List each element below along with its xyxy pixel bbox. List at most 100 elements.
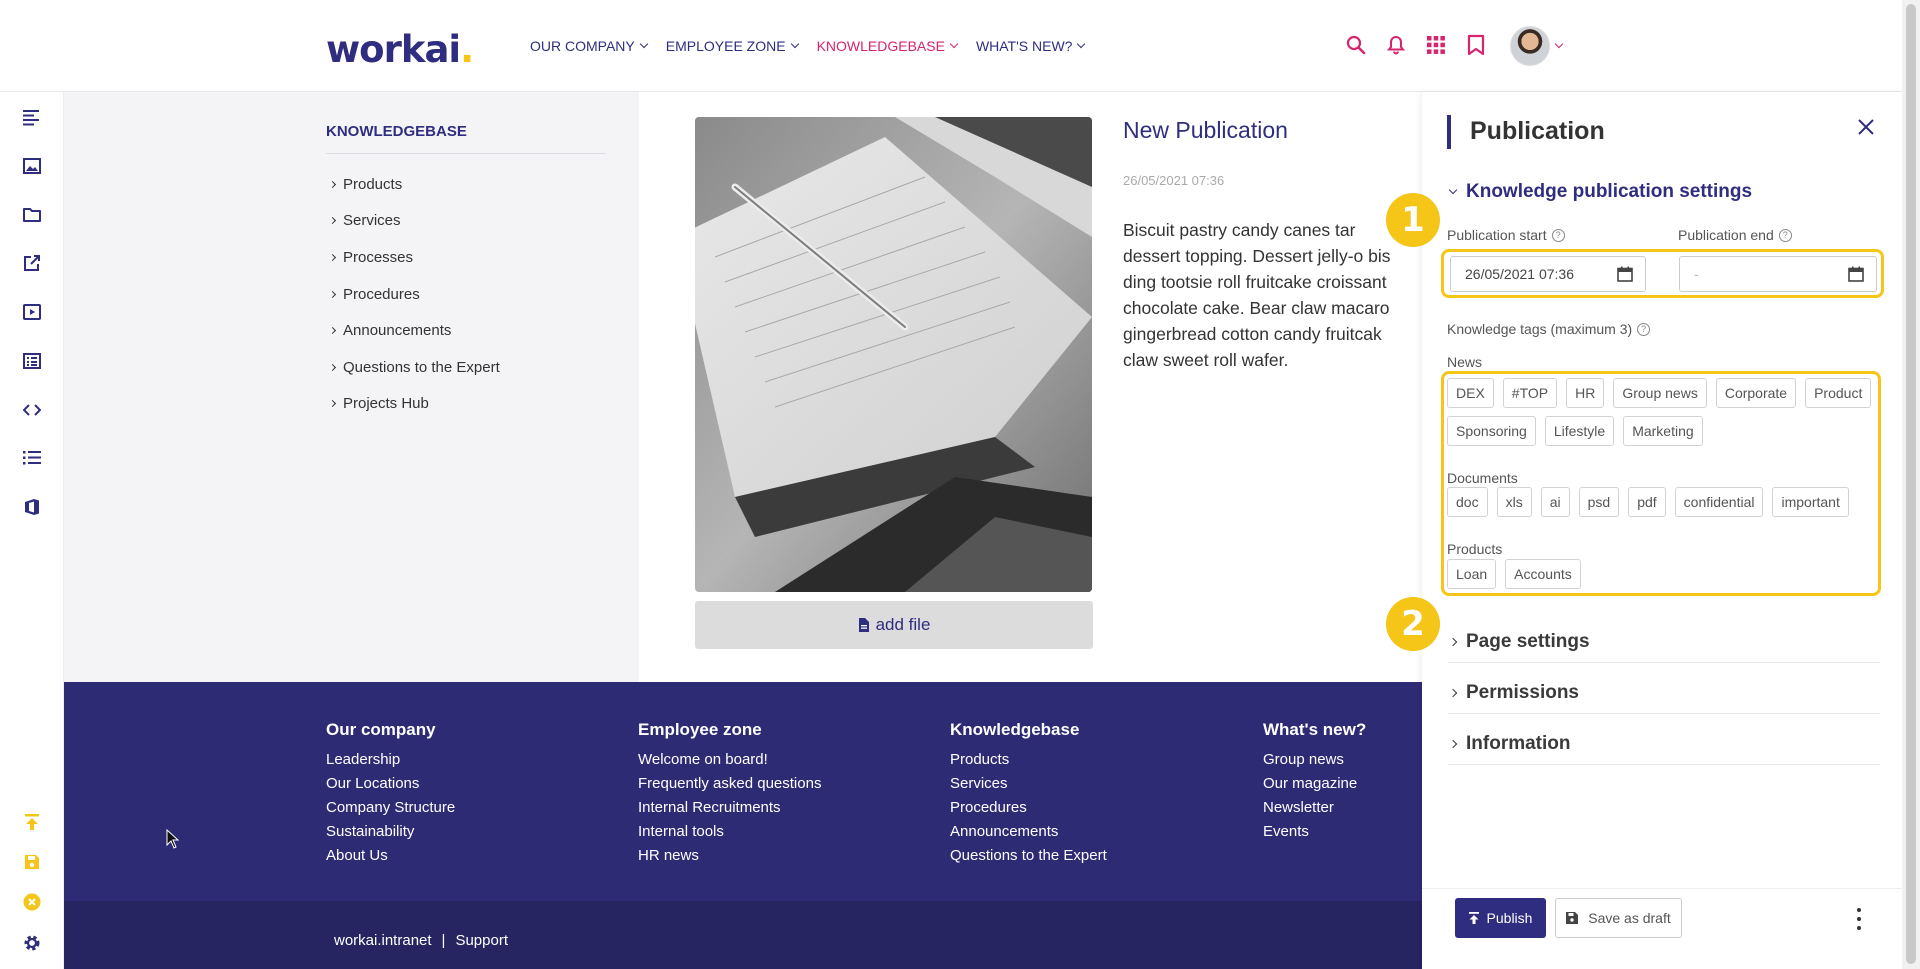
list-alt-icon[interactable]	[22, 351, 42, 371]
footer-link[interactable]: Questions to the Expert	[950, 844, 1107, 868]
footer-link[interactable]: Group news	[1263, 748, 1366, 772]
divider	[1448, 764, 1880, 765]
nav-knowledgebase[interactable]: KNOWLEDGEBASE	[817, 38, 959, 54]
add-file-button[interactable]: add file	[695, 601, 1093, 649]
external-link-icon[interactable]	[22, 253, 42, 273]
code-icon[interactable]	[22, 400, 42, 420]
footer-link[interactable]: Newsletter	[1263, 796, 1366, 820]
footer-link[interactable]: Announcements	[950, 820, 1107, 844]
calendar-icon[interactable]	[1848, 266, 1864, 282]
tag-chip[interactable]: Lifestyle	[1544, 416, 1615, 446]
footer-link[interactable]: Services	[950, 772, 1107, 796]
scrollbar-thumb[interactable]	[1906, 4, 1916, 964]
help-icon[interactable]: ?	[1637, 322, 1651, 336]
folder-icon[interactable]	[22, 205, 42, 225]
footer-link[interactable]: Internal tools	[638, 820, 821, 844]
footer-link[interactable]: Frequently asked questions	[638, 772, 821, 796]
image-icon[interactable]	[22, 156, 42, 176]
tag-chip[interactable]: ai	[1540, 487, 1570, 517]
bell-icon[interactable]	[1386, 35, 1406, 55]
tag-chip[interactable]: Group news	[1613, 378, 1707, 408]
footer-column-title[interactable]: Our company	[326, 720, 455, 740]
search-icon[interactable]	[1346, 35, 1366, 55]
footer-link[interactable]: Products	[950, 748, 1107, 772]
information-section-toggle[interactable]: Information	[1448, 733, 1571, 755]
footer-column-title[interactable]: What's new?	[1263, 720, 1366, 740]
permissions-section-toggle[interactable]: Permissions	[1448, 682, 1579, 704]
kb-sidebar-item-announcements[interactable]: Announcements	[328, 312, 500, 349]
bookmark-icon[interactable]	[1466, 34, 1486, 56]
page-settings-section-toggle[interactable]: Page settings	[1448, 631, 1590, 653]
tag-chip[interactable]: confidential	[1674, 487, 1764, 517]
publish-button[interactable]: Publish	[1455, 898, 1546, 938]
user-menu[interactable]	[1510, 26, 1564, 66]
publish-icon[interactable]	[22, 812, 42, 832]
tag-chip[interactable]: doc	[1447, 487, 1488, 517]
save-icon[interactable]	[22, 852, 42, 872]
knowledge-settings-section-toggle[interactable]: Knowledge publication settings	[1448, 181, 1752, 203]
footer-link[interactable]: Internal Recruitments	[638, 796, 821, 820]
footer-link[interactable]: About Us	[326, 844, 455, 868]
footer-column-title[interactable]: Knowledgebase	[950, 720, 1107, 740]
tag-chip[interactable]: Corporate	[1715, 378, 1797, 408]
step-badge-1: 1	[1386, 193, 1440, 247]
kb-sidebar-title[interactable]: KNOWLEDGEBASE	[326, 123, 467, 140]
footer-link[interactable]: Our magazine	[1263, 772, 1366, 796]
footer-link-support[interactable]: Support	[455, 932, 508, 949]
publication-image[interactable]	[695, 117, 1092, 592]
footer-column: Our company Leadership Our Locations Compan…	[326, 720, 455, 868]
kb-sidebar-item-procedures[interactable]: Procedures	[328, 276, 500, 313]
help-icon[interactable]: ?	[1778, 228, 1792, 242]
save-as-draft-button[interactable]: Save as draft	[1555, 898, 1682, 938]
kb-sidebar-item-services[interactable]: Services	[328, 203, 500, 240]
tag-chip[interactable]: pdf	[1628, 487, 1666, 517]
tag-chip[interactable]: Sponsoring	[1447, 416, 1536, 446]
play-icon[interactable]	[22, 302, 42, 322]
align-left-icon[interactable]	[22, 108, 42, 128]
nav-our-company[interactable]: OUR COMPANY	[530, 38, 648, 54]
workai-logo[interactable]: workai.	[326, 28, 474, 71]
kb-sidebar-item-projects-hub[interactable]: Projects Hub	[328, 386, 500, 423]
tag-chip[interactable]: DEX	[1447, 378, 1494, 408]
tag-chip[interactable]: Accounts	[1505, 559, 1581, 589]
publication-start-input[interactable]: 26/05/2021 07:36	[1450, 256, 1646, 292]
tag-chip[interactable]: psd	[1578, 487, 1620, 517]
kb-sidebar-item-products[interactable]: Products	[328, 166, 500, 203]
nav-what-s-new[interactable]: WHAT'S NEW?	[976, 38, 1086, 54]
tag-chip[interactable]: xls	[1496, 487, 1532, 517]
close-icon[interactable]	[1857, 118, 1875, 136]
footer-link[interactable]: Events	[1263, 820, 1366, 844]
tag-chip[interactable]: Product	[1805, 378, 1872, 408]
tag-chip[interactable]: Loan	[1447, 559, 1497, 589]
tag-chip[interactable]: #TOP	[1502, 378, 1558, 408]
footer-link[interactable]: Leadership	[326, 748, 455, 772]
tag-chip[interactable]: HR	[1566, 378, 1605, 408]
help-icon[interactable]: ?	[1551, 228, 1565, 242]
footer-link[interactable]: Procedures	[950, 796, 1107, 820]
footer-link-intranet[interactable]: workai.intranet	[334, 932, 432, 949]
kb-sidebar-item-questions-to-the-expert[interactable]: Questions to the Expert	[328, 349, 500, 386]
footer-separator: |	[441, 932, 446, 949]
publication-end-input[interactable]: -	[1679, 256, 1877, 292]
footer-link[interactable]: Welcome on board!	[638, 748, 821, 772]
list-icon[interactable]	[22, 448, 42, 468]
calendar-icon[interactable]	[1617, 266, 1633, 282]
tag-chip[interactable]: important	[1772, 487, 1849, 517]
kb-sidebar-item-label: Announcements	[343, 322, 452, 340]
more-options-icon[interactable]	[1855, 908, 1863, 930]
footer-link[interactable]: Company Structure	[326, 796, 455, 820]
settings-icon[interactable]	[22, 933, 42, 953]
publication-title[interactable]: New Publication	[1123, 117, 1288, 144]
office-icon[interactable]	[22, 497, 42, 517]
footer-link[interactable]: Sustainability	[326, 820, 455, 844]
footer-link[interactable]: HR news	[638, 844, 821, 868]
tag-chip[interactable]: Marketing	[1623, 416, 1703, 446]
save-icon	[1566, 912, 1579, 924]
publication-body[interactable]: Biscuit pastry candy canes tar dessert to…	[1123, 217, 1423, 373]
kb-sidebar-item-processes[interactable]: Processes	[328, 239, 500, 276]
footer-link[interactable]: Our Locations	[326, 772, 455, 796]
apps-grid-icon[interactable]	[1426, 35, 1446, 55]
cancel-icon[interactable]	[22, 892, 42, 912]
footer-column-title[interactable]: Employee zone	[638, 720, 821, 740]
nav-employee-zone[interactable]: EMPLOYEE ZONE	[666, 38, 799, 54]
